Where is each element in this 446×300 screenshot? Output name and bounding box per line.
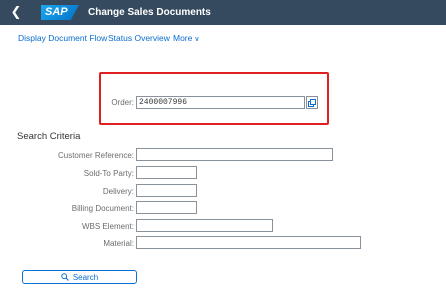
copy-icon (308, 98, 316, 107)
order-label: Order: (111, 98, 134, 107)
material-input[interactable] (136, 236, 361, 249)
billing-document-input[interactable] (136, 201, 197, 214)
display-document-flow-button[interactable]: Display Document Flow (18, 31, 107, 45)
status-overview-button[interactable]: Status Overview (108, 31, 170, 45)
search-button-label: Search (72, 272, 99, 282)
customer-reference-input[interactable] (136, 148, 333, 161)
more-label: More (173, 33, 193, 43)
more-menu-button[interactable]: More ∨ (173, 31, 200, 45)
customer-reference-label: Customer Reference: (57, 151, 134, 160)
app-title: Change Sales Documents (88, 7, 211, 18)
search-icon (61, 273, 69, 281)
order-input[interactable]: 2400007996 (136, 96, 305, 109)
chevron-down-icon: ∨ (194, 36, 200, 43)
search-button[interactable]: Search (22, 270, 137, 284)
value-help-icon[interactable] (306, 96, 318, 109)
billing-document-label: Billing Document: (71, 204, 134, 213)
delivery-label: Delivery: (102, 187, 134, 196)
search-criteria-title: Search Criteria (17, 131, 81, 142)
sold-to-party-label: Sold-To Party: (83, 169, 134, 178)
wbs-element-input[interactable] (136, 219, 273, 232)
sold-to-party-input[interactable] (136, 166, 197, 179)
material-label: Material: (103, 239, 134, 248)
back-icon[interactable]: ❮ (8, 4, 24, 20)
delivery-input[interactable] (136, 184, 197, 197)
wbs-element-label: WBS Element: (81, 222, 134, 231)
